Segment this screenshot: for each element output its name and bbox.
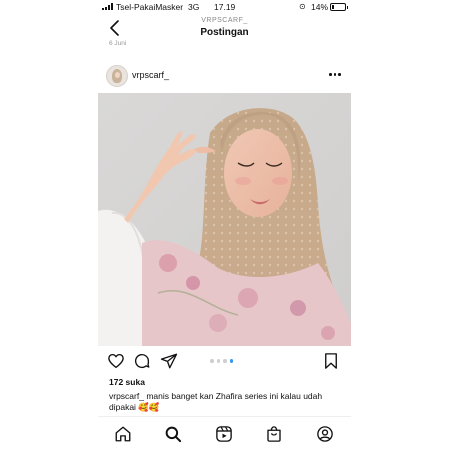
caption-emoji: 🥰🥰 xyxy=(138,401,160,412)
comment-icon[interactable] xyxy=(133,352,151,370)
bookmark-icon[interactable] xyxy=(322,352,340,370)
status-bar: Tsel-PakaiMasker 3G 17.19 ⊙ 14% xyxy=(98,0,351,14)
carousel-dot xyxy=(223,359,227,363)
signal-icon xyxy=(102,3,113,10)
network-type: 3G xyxy=(188,2,200,12)
page-header: VRPSCARF_ Postingan xyxy=(98,14,351,44)
reels-icon[interactable] xyxy=(215,425,233,443)
carousel-dot xyxy=(210,359,214,363)
heart-icon[interactable] xyxy=(107,352,125,370)
battery-icon xyxy=(330,3,348,11)
previous-post-date: 6 Juni xyxy=(109,40,127,47)
clock-time: 17.19 xyxy=(214,2,236,12)
carousel-dot xyxy=(229,359,233,363)
location-icon: ⊙ xyxy=(299,2,306,11)
shop-icon[interactable] xyxy=(265,425,283,443)
carousel-dot xyxy=(216,359,220,363)
carousel-indicator xyxy=(210,359,233,363)
search-icon[interactable] xyxy=(164,425,182,443)
page-title: Postingan xyxy=(200,27,249,38)
like-count[interactable]: 172 suka xyxy=(109,377,145,387)
home-icon[interactable] xyxy=(114,425,132,443)
battery-percent: 14% xyxy=(311,2,329,12)
instagram-phone-screen: Tsel-PakaiMasker 3G 17.19 ⊙ 14% VRPSCARF… xyxy=(98,0,351,449)
send-icon[interactable] xyxy=(160,352,178,370)
carrier-name: Tsel-PakaiMasker xyxy=(116,2,184,12)
more-horizontal-icon[interactable] xyxy=(328,69,342,79)
post-header: vrpscarf_ xyxy=(98,62,351,88)
account-handle: VRPSCARF_ xyxy=(201,17,248,24)
avatar[interactable] xyxy=(106,65,128,87)
post-actions xyxy=(98,350,351,372)
profile-icon[interactable] xyxy=(316,425,334,443)
caption-username[interactable]: vrpscarf_ xyxy=(109,391,144,401)
post-username[interactable]: vrpscarf_ xyxy=(132,70,169,80)
bottom-nav xyxy=(98,416,351,449)
post-photo[interactable] xyxy=(98,93,351,346)
post-caption: vrpscarf_ manis banget kan Zhafira serie… xyxy=(109,391,341,412)
